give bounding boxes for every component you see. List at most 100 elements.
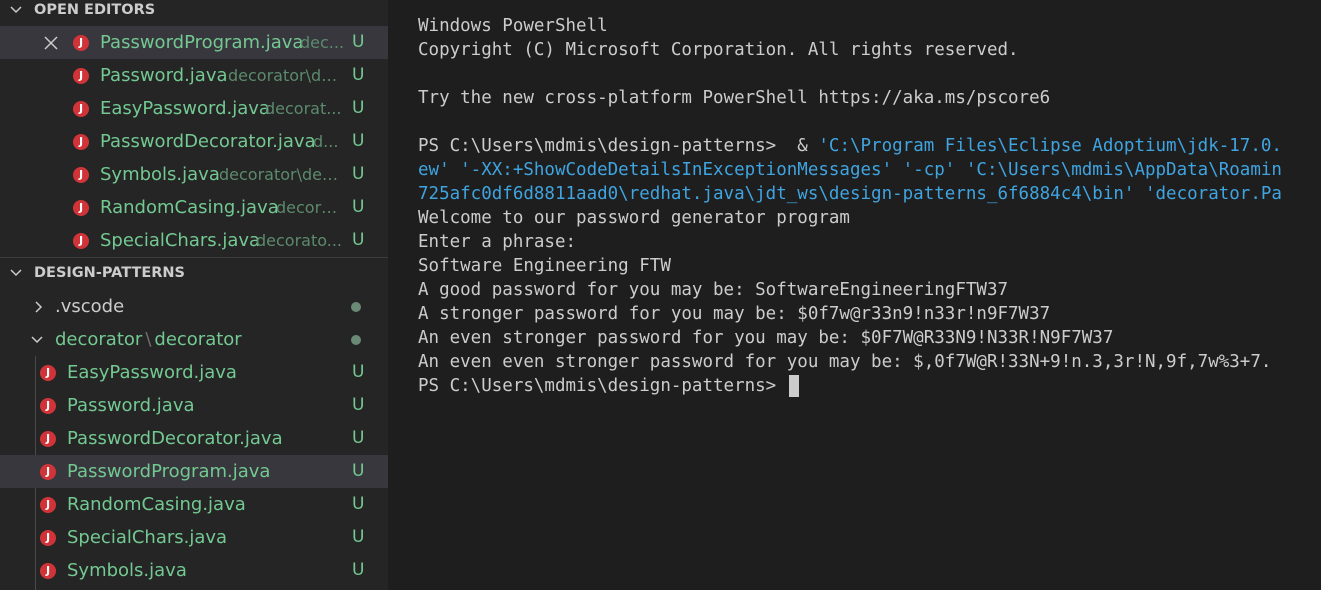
java-file-icon: J: [40, 464, 56, 480]
file-item[interactable]: J PasswordDecorator.java U: [0, 422, 388, 455]
terminal-line: Try the new cross-platform PowerShell ht…: [418, 88, 1051, 108]
java-file-icon: J: [40, 431, 56, 447]
open-editor-item[interactable]: J Password.java decorator\de... U: [0, 59, 388, 92]
terminal-output-line: A stronger password for you may be: $0f7…: [418, 304, 1051, 324]
git-status-badge: U: [352, 230, 365, 250]
chevron-down-icon: [31, 336, 43, 344]
file-path-description: decora...: [276, 198, 346, 217]
file-item[interactable]: J RandomCasing.java U: [0, 488, 388, 521]
section-divider: [0, 257, 388, 258]
folder-name-part: decorator: [55, 329, 143, 350]
terminal-command-arg: 'C:\Program Files\Eclipse Adoptium\jdk-1…: [818, 136, 1282, 156]
chevron-right-icon: [35, 301, 43, 313]
file-name: Symbols.java: [67, 560, 187, 581]
file-path-description: decorato...: [256, 231, 343, 250]
file-item-selected[interactable]: J PasswordProgram.java U: [0, 455, 388, 488]
git-status-badge: U: [352, 494, 365, 514]
java-file-icon: J: [73, 167, 89, 183]
modified-dot: [351, 335, 361, 345]
java-file-icon: J: [40, 530, 56, 546]
java-file-icon: J: [73, 68, 89, 84]
workspace-header[interactable]: DESIGN-PATTERNS: [0, 263, 388, 283]
file-path-description: d...: [313, 132, 339, 151]
close-icon[interactable]: [44, 36, 58, 50]
file-item[interactable]: J Symbols.java U: [0, 554, 388, 587]
git-status-badge: U: [352, 362, 365, 382]
java-file-icon: J: [73, 35, 89, 51]
terminal-output-line: Welcome to our password generator progra…: [418, 208, 850, 228]
file-path-description: decorator\de...: [228, 66, 346, 85]
terminal-command-continuation: 725afc0df6d8811aad0\redhat.java\jdt_ws\d…: [418, 184, 1282, 204]
git-status-badge: U: [352, 560, 365, 580]
folder-vscode[interactable]: .vscode: [0, 290, 388, 323]
terminal-output-line: Software Engineering FTW: [418, 256, 671, 276]
open-editor-item[interactable]: J Symbols.java decorator\dec... U: [0, 158, 388, 191]
terminal-command-continuation: ew' '-XX:+ShowCodeDetailsInExceptionMess…: [418, 160, 1282, 180]
path-separator: \: [145, 329, 152, 350]
git-status-badge: U: [352, 527, 365, 547]
terminal-line: Copyright (C) Microsoft Corporation. All…: [418, 40, 1019, 60]
terminal-command-line: PS C:\Users\mdmis\design-patterns> & 'C:…: [418, 134, 1321, 158]
git-status-badge: U: [352, 65, 365, 85]
terminal-prompt: PS C:\Users\mdmis\design-patterns> &: [418, 136, 819, 156]
java-file-icon: J: [40, 497, 56, 513]
file-name: EasyPassword.java: [67, 362, 237, 383]
modified-dot: [351, 302, 361, 312]
git-status-badge: U: [352, 461, 365, 481]
terminal-prompt: PS C:\Users\mdmis\design-patterns>: [418, 376, 787, 396]
git-status-badge: U: [352, 164, 365, 184]
file-path-description: dec...: [300, 33, 345, 52]
folder-decorator[interactable]: decorator \ decorator: [0, 323, 388, 356]
file-name: Symbols.java: [100, 164, 220, 185]
terminal-output-line: Enter a phrase:: [418, 232, 577, 252]
file-item[interactable]: J SpecialChars.java U: [0, 521, 388, 554]
terminal-line: Windows PowerShell: [418, 16, 608, 36]
folder-name: .vscode: [55, 296, 125, 317]
file-path-description: decorator\dec...: [219, 165, 346, 184]
git-status-badge: U: [352, 98, 365, 118]
git-status-badge: U: [352, 428, 365, 448]
git-status-badge: U: [352, 32, 365, 52]
java-file-icon: J: [40, 398, 56, 414]
workspace-title: DESIGN-PATTERNS: [34, 265, 185, 281]
java-file-icon: J: [73, 101, 89, 117]
terminal-output-line: An even even stronger password for you m…: [418, 352, 1272, 372]
java-file-icon: J: [40, 365, 56, 381]
open-editor-item[interactable]: J PasswordProgram.java dec... U: [0, 26, 388, 59]
file-name: SpecialChars.java: [100, 230, 261, 251]
open-editor-item[interactable]: J EasyPassword.java decorat... U: [0, 92, 388, 125]
java-file-icon: J: [73, 200, 89, 216]
open-editors-title: OPEN EDITORS: [34, 2, 156, 18]
file-name: PasswordProgram.java: [67, 461, 271, 482]
file-name: PasswordProgram.java: [100, 32, 304, 53]
file-name: EasyPassword.java: [100, 98, 270, 119]
chevron-down-icon: [10, 269, 22, 277]
git-status-badge: U: [352, 395, 365, 415]
terminal-output-line: An even stronger password for you may be…: [418, 328, 1114, 348]
open-editor-item[interactable]: J SpecialChars.java decorato... U: [0, 224, 388, 257]
file-item[interactable]: J EasyPassword.java U: [0, 356, 388, 389]
file-name: RandomCasing.java: [100, 197, 279, 218]
git-status-badge: U: [352, 131, 365, 151]
file-name: RandomCasing.java: [67, 494, 246, 515]
folder-name-part: decorator: [154, 329, 242, 350]
terminal-cursor: [788, 375, 799, 397]
file-name: PasswordDecorator.java: [100, 131, 316, 152]
terminal-panel[interactable]: Windows PowerShell Copyright (C) Microso…: [418, 14, 1321, 590]
open-editor-item[interactable]: J PasswordDecorator.java d... U: [0, 125, 388, 158]
file-item[interactable]: J Password.java U: [0, 389, 388, 422]
file-name: Password.java: [100, 65, 228, 86]
java-file-icon: J: [40, 563, 56, 579]
terminal-prompt-line[interactable]: PS C:\Users\mdmis\design-patterns>: [418, 374, 1321, 398]
file-name: PasswordDecorator.java: [67, 428, 283, 449]
folder-name: decorator \ decorator: [55, 323, 242, 356]
open-editor-item[interactable]: J RandomCasing.java decora... U: [0, 191, 388, 224]
java-file-icon: J: [73, 233, 89, 249]
git-status-badge: U: [352, 197, 365, 217]
terminal-output-line: A good password for you may be: Software…: [418, 280, 1009, 300]
chevron-down-icon: [10, 6, 22, 14]
open-editors-header[interactable]: OPEN EDITORS: [0, 0, 388, 20]
java-file-icon: J: [73, 134, 89, 150]
